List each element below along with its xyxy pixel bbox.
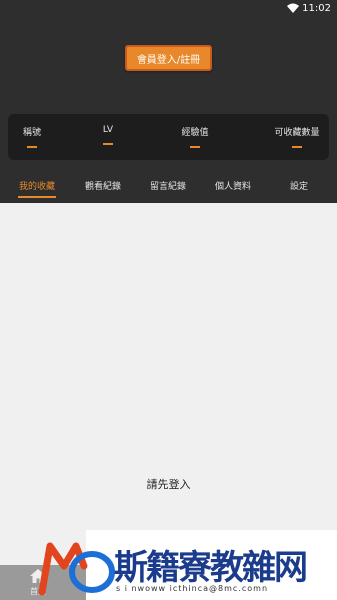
stat-label: 稱號 (22, 128, 41, 138)
stat-value-placeholder (292, 146, 302, 148)
stat-favorite-capacity: 可收藏數量 (267, 114, 327, 160)
stat-experience: 經驗值 (165, 114, 225, 160)
tab-label: 個人資料 (214, 182, 251, 192)
stat-label: 可收藏數量 (274, 128, 320, 138)
watermark-overlay: 斯籍寮教雜网 s i nwoww icthinca@8mc.comn (38, 530, 337, 600)
status-time: 11:02 (302, 3, 331, 14)
watermark-url: s i nwoww icthinca@8mc.comn (116, 584, 269, 593)
stat-level: LV (78, 114, 138, 160)
watermark-logo (38, 542, 115, 596)
profile-tabs: 我的收藏 觀看紀錄 留言紀錄 個人資料 設定 (0, 175, 337, 203)
tab-label: 我的收藏 (18, 182, 55, 192)
stat-label: LV (102, 125, 114, 135)
stats-card: 稱號 LV 經驗值 可收藏數量 (8, 114, 329, 160)
active-tab-indicator (18, 196, 56, 198)
tab-label: 觀看紀錄 (84, 182, 121, 192)
stat-value-placeholder (103, 143, 113, 145)
tab-profile[interactable]: 個人資料 (214, 175, 252, 203)
profile-header: 會員登入/註冊 稱號 LV 經驗值 可收藏數量 我的收藏 觀看紀錄 留言紀錄 個… (0, 18, 337, 203)
tab-label: 設定 (289, 182, 308, 192)
tab-settings[interactable]: 設定 (287, 175, 311, 203)
wifi-icon (287, 3, 299, 13)
tab-label: 留言紀錄 (149, 182, 186, 192)
tab-watch-history[interactable]: 觀看紀錄 (84, 175, 122, 203)
tab-favorites[interactable]: 我的收藏 (18, 175, 56, 203)
login-prompt-text: 請先登入 (146, 478, 191, 491)
watermark-text: 斯籍寮教雜网 (114, 548, 308, 588)
stat-value-placeholder (27, 146, 37, 148)
stat-value-placeholder (190, 146, 200, 148)
stat-title: 稱號 (2, 114, 62, 160)
stat-label: 經驗值 (181, 128, 209, 138)
tab-comment-history[interactable]: 留言紀錄 (149, 175, 187, 203)
status-bar: 11:02 (0, 0, 337, 18)
login-register-button[interactable]: 會員登入/註冊 (125, 45, 212, 71)
